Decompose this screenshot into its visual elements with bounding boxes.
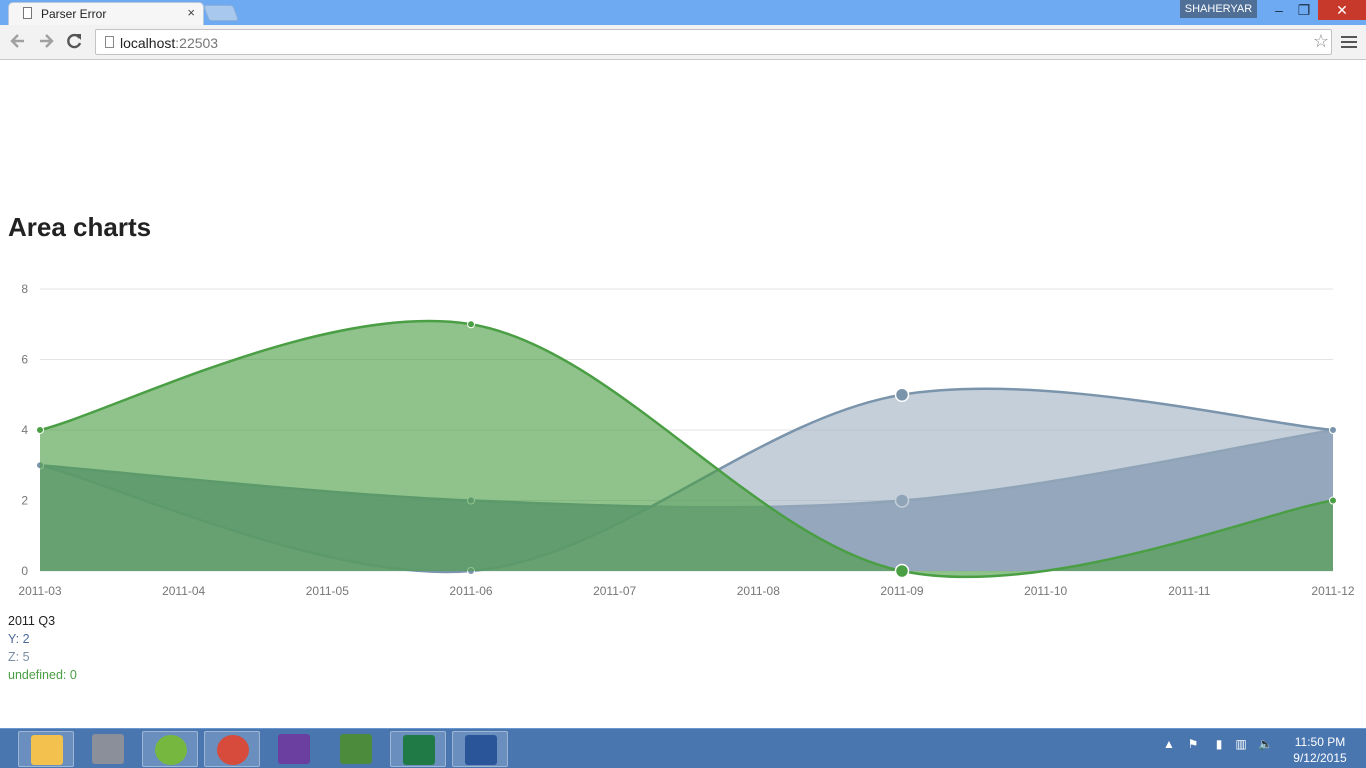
utorrent-icon <box>155 735 187 765</box>
taskbar-word-button[interactable] <box>452 731 508 767</box>
x-tick-label: 2011-04 <box>162 584 205 598</box>
tab-close-icon[interactable]: × <box>187 5 195 20</box>
y-tick-label: 4 <box>21 423 28 437</box>
page-icon <box>105 36 114 48</box>
hover-z-value: Z: 5 <box>8 650 30 664</box>
data-point-undefined <box>1329 496 1337 505</box>
x-tick-label: 2011-11 <box>1168 584 1211 598</box>
battery-icon[interactable]: ▮ <box>1212 737 1226 751</box>
x-tick-label: 2011-08 <box>737 584 780 598</box>
chrome-icon <box>217 735 249 765</box>
back-button[interactable] <box>8 31 28 51</box>
chart-hover-legend: 2011 Q3 Y: 2 Z: 5 undefined: 0 <box>8 612 77 684</box>
show-hidden-icons-icon[interactable]: ▲ <box>1162 737 1176 751</box>
tab-title: Parser Error <box>41 7 107 21</box>
arrow-left-icon <box>10 34 24 48</box>
x-tick-label: 2011-10 <box>1024 584 1067 598</box>
data-point-undefined <box>894 563 910 579</box>
x-tick-label: 2011-09 <box>880 584 923 598</box>
windows-taskbar: ▲ ⚑ ▮ ▥ 🔈 11:50 PM 9/12/2015 <box>0 728 1366 768</box>
profile-user-badge[interactable]: SHAHERYAR <box>1180 0 1257 18</box>
tab-parser-error[interactable]: Parser Error × <box>8 2 204 25</box>
data-point-Z <box>894 387 910 402</box>
reload-icon <box>67 33 82 49</box>
x-tick-label: 2011-07 <box>593 584 636 598</box>
bookmark-star-icon[interactable]: ☆ <box>1313 31 1329 52</box>
system-clock[interactable]: 11:50 PM 9/12/2015 <box>1280 734 1360 766</box>
volume-icon[interactable]: 🔈 <box>1258 737 1273 751</box>
hover-title: 2011 Q3 <box>8 614 56 628</box>
data-point-undefined <box>467 320 475 329</box>
taskbar-firewall-button[interactable] <box>80 731 136 767</box>
address-bar[interactable]: localhost:22503 ☆ <box>95 29 1332 55</box>
excel-icon <box>403 735 435 765</box>
chrome-menu-icon[interactable] <box>1341 33 1357 51</box>
hover-y-value: Y: 2 <box>8 632 30 646</box>
taskbar-visual-studio-button[interactable] <box>266 731 322 767</box>
x-tick-label: 2011-12 <box>1311 584 1354 598</box>
y-tick-label: 0 <box>21 564 28 578</box>
notepad-plus-icon <box>340 734 372 764</box>
x-tick-label: 2011-05 <box>306 584 349 598</box>
minimize-button[interactable]: – <box>1266 0 1292 20</box>
word-icon <box>465 735 497 765</box>
taskbar-chrome-button[interactable] <box>204 731 260 767</box>
taskbar-file-explorer-button[interactable] <box>18 731 74 767</box>
clock-date: 9/12/2015 <box>1293 751 1347 765</box>
hover-undefined-value: undefined: 0 <box>8 668 77 682</box>
page-title: Area charts <box>8 212 152 242</box>
network-icon[interactable]: ▥ <box>1234 737 1248 751</box>
forward-button[interactable] <box>36 31 56 51</box>
reload-button[interactable] <box>64 31 84 51</box>
browser-title-bar: Parser Error × SHAHERYAR – ❐ ✕ <box>0 0 1366 25</box>
new-tab-button[interactable] <box>203 5 239 21</box>
x-tick-label: 2011-03 <box>18 584 61 598</box>
taskbar-notepad-plus-button[interactable] <box>328 731 384 767</box>
action-center-flag-icon[interactable]: ⚑ <box>1186 737 1200 751</box>
taskbar-utorrent-button[interactable] <box>142 731 198 767</box>
arrow-right-icon <box>40 34 54 48</box>
x-tick-label: 2011-06 <box>449 584 492 598</box>
close-window-button[interactable]: ✕ <box>1318 0 1366 20</box>
y-tick-label: 8 <box>21 282 28 296</box>
area-chart: 0 2 4 6 8 2011-03 2011-04 2011-05 2011-06 2011-07… <box>18 282 1354 598</box>
restore-button[interactable]: ❐ <box>1292 0 1316 20</box>
visual-studio-icon <box>278 734 310 764</box>
clock-time: 11:50 PM <box>1294 735 1346 749</box>
taskbar-excel-button[interactable] <box>390 731 446 767</box>
y-tick-label: 6 <box>21 353 28 367</box>
browser-toolbar: localhost:22503 ☆ <box>0 25 1366 60</box>
document-icon <box>23 7 32 19</box>
data-point-undefined <box>36 426 44 434</box>
y-tick-label: 2 <box>21 494 28 508</box>
firewall-icon <box>92 734 124 764</box>
data-point-Z <box>1329 426 1337 434</box>
url-text[interactable]: localhost:22503 <box>120 35 218 51</box>
file-explorer-icon <box>31 735 63 765</box>
